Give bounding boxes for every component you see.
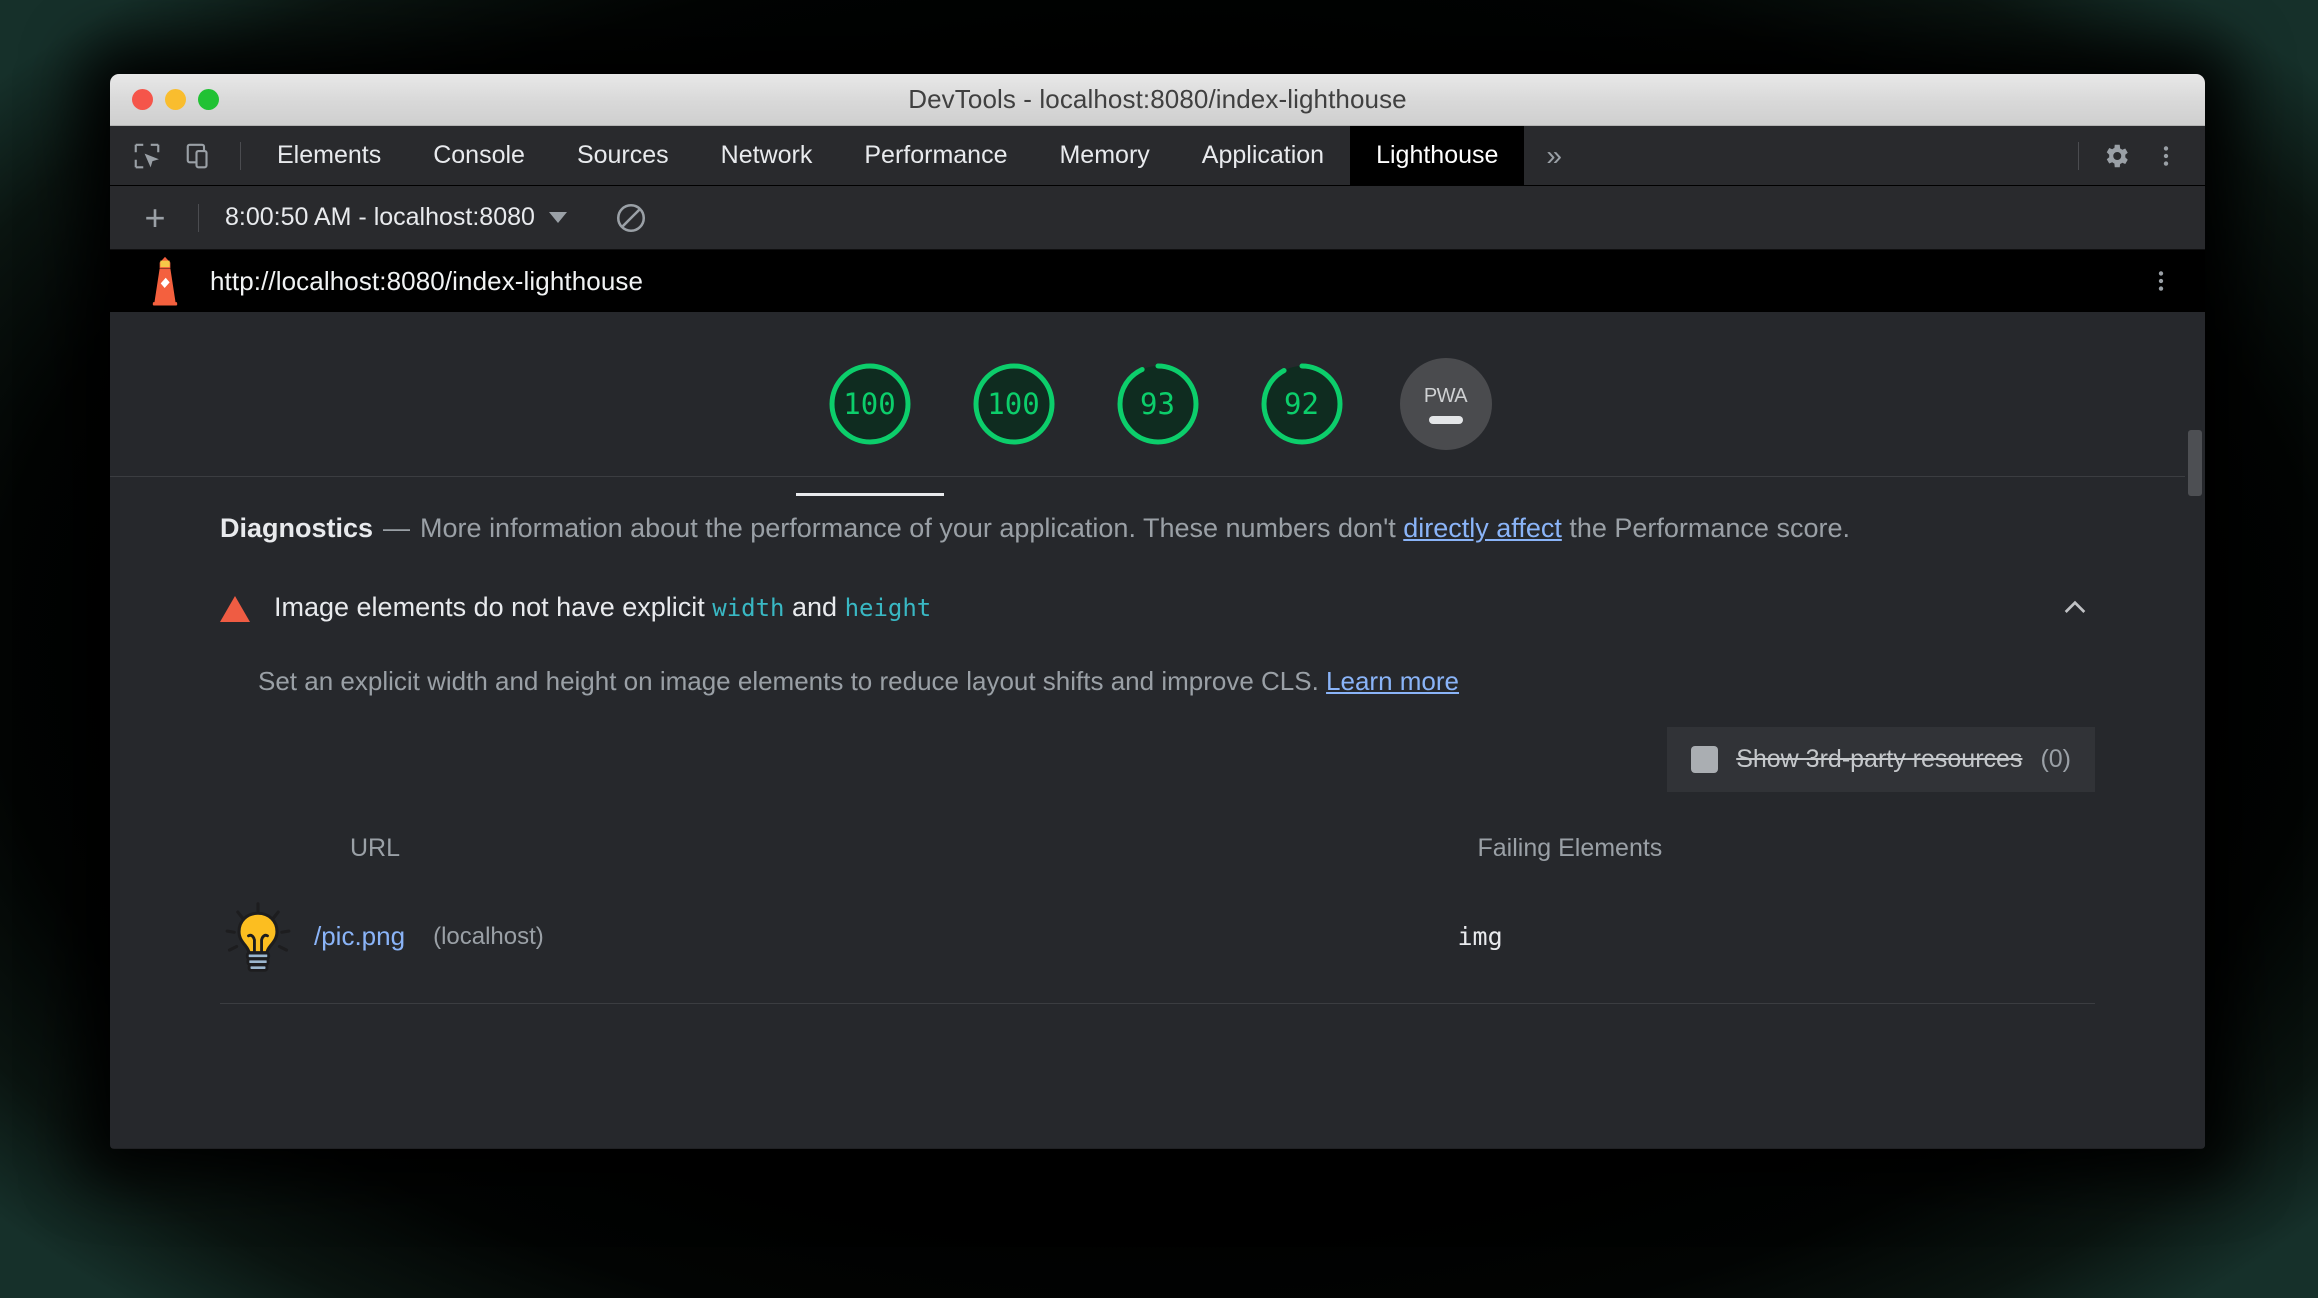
third-party-filter-row: Show 3rd-party resources (0)	[220, 726, 2095, 792]
table-head: URL Failing Elements	[220, 826, 2095, 871]
warning-triangle-icon	[220, 595, 250, 622]
diagnostics-text-2: the Performance score.	[1561, 513, 1850, 543]
tab-sources[interactable]: Sources	[551, 126, 695, 185]
audit-description: Set an explicit width and height on imag…	[258, 666, 2095, 697]
no-entry-clear-icon[interactable]	[609, 196, 653, 240]
table-row: /pic.png (localhost) img	[220, 871, 2095, 1003]
diagnostics-section: Diagnostics — More information about the p…	[110, 477, 2205, 546]
table-header-row: URL Failing Elements	[220, 826, 2095, 871]
url-cell-content: /pic.png (localhost)	[220, 899, 1458, 975]
devtools-tabs: Elements Console Sources Network Perform…	[251, 126, 1584, 185]
chevron-down-icon	[548, 212, 567, 223]
row-url-host: (localhost)	[433, 922, 544, 950]
diagnostics-text-1: More information about the performance o…	[420, 513, 1404, 543]
tab-performance[interactable]: Performance	[838, 126, 1033, 185]
gauge-score: 100	[987, 387, 1040, 421]
row-url-link[interactable]: /pic.png	[314, 921, 405, 952]
device-toolbar-icon[interactable]	[180, 137, 218, 175]
show-third-party-toggle[interactable]: Show 3rd-party resources (0)	[1667, 726, 2095, 792]
column-header-url: URL	[350, 833, 401, 862]
diagnostics-title: Diagnostics	[220, 513, 374, 543]
pwa-dash-icon	[1428, 415, 1463, 424]
devtools-window: DevTools - localhost:8080/index-lighthou…	[110, 74, 2205, 1149]
toolbar-divider	[198, 203, 199, 232]
directly-affect-link[interactable]: directly affect	[1403, 513, 1562, 543]
lighthouse-toolbar: + 8:00:50 AM - localhost:8080	[110, 186, 2205, 250]
devtools-tabstrip-actions	[2068, 126, 2205, 185]
audit-title-part1: Image elements do not have explicit	[274, 592, 713, 623]
lightbulb-favicon	[225, 901, 291, 972]
audit-title: Image elements do not have explicit widt…	[274, 592, 931, 623]
more-tabs-icon[interactable]: »	[1524, 126, 1584, 185]
audit-title-and: and	[784, 592, 845, 623]
report-selector[interactable]: 8:00:50 AM - localhost:8080	[219, 199, 573, 236]
three-dot-menu-icon[interactable]	[2143, 133, 2189, 179]
actions-divider	[2078, 141, 2079, 170]
gauge-accessibility[interactable]: 100	[968, 358, 1060, 450]
gear-icon[interactable]	[2093, 133, 2139, 179]
tab-application[interactable]: Application	[1176, 126, 1350, 185]
diagnostics-dash: —	[383, 513, 411, 543]
window-titlebar: DevTools - localhost:8080/index-lighthou…	[110, 74, 2205, 126]
new-report-button[interactable]: +	[132, 195, 178, 241]
tab-memory[interactable]: Memory	[1033, 126, 1175, 185]
cell-failing-element: img	[1457, 922, 1503, 952]
report-scroll-area: 100 100 93 92 PWA Diagnostics — More inf…	[110, 312, 2205, 1148]
screenshot-canvas: DevTools - localhost:8080/index-lighthou…	[0, 0, 2318, 1298]
toolbar-divider	[240, 141, 241, 170]
gauge-seo[interactable]: 92	[1256, 358, 1348, 450]
third-party-count: (0)	[2040, 744, 2071, 773]
table-bottom-divider	[220, 1002, 2095, 1004]
code-width: width	[712, 594, 785, 623]
report-menu-icon[interactable]	[2139, 259, 2183, 303]
audit-description-text: Set an explicit width and height on imag…	[258, 665, 1327, 696]
pwa-label: PWA	[1423, 384, 1468, 407]
lighthouse-logo-icon	[152, 256, 178, 306]
report-selector-label: 8:00:50 AM - localhost:8080	[225, 203, 535, 231]
tab-network[interactable]: Network	[695, 126, 839, 185]
pwa-badge[interactable]: PWA	[1399, 358, 1492, 450]
report-scrollbar[interactable]	[2185, 312, 2205, 1148]
devtools-tool-icons	[110, 126, 230, 185]
chevron-up-icon[interactable]	[2055, 588, 2095, 628]
checkbox-icon[interactable]	[1691, 745, 1719, 773]
gauge-score: 93	[1140, 387, 1175, 421]
table-body: /pic.png (localhost) img	[220, 871, 2095, 1003]
column-header-failing-elements: Failing Elements	[1477, 833, 1663, 862]
tab-lighthouse[interactable]: Lighthouse	[1350, 126, 1525, 185]
gauge-score: 92	[1284, 387, 1319, 421]
score-gauges: 100 100 93 92 PWA	[110, 312, 2205, 496]
learn-more-link[interactable]: Learn more	[1326, 666, 1459, 696]
report-url: http://localhost:8080/index-lighthouse	[210, 265, 644, 296]
lighthouse-report: http://localhost:8080/index-lighthouse 1…	[110, 250, 2205, 1148]
inspect-element-icon[interactable]	[128, 137, 166, 175]
audit-image-size-responsive: Image elements do not have explicit widt…	[110, 588, 2205, 1003]
scrollbar-thumb[interactable]	[2188, 430, 2202, 496]
show-third-party-label: Show 3rd-party resources	[1736, 744, 2023, 773]
code-height: height	[844, 594, 932, 623]
tab-elements[interactable]: Elements	[251, 126, 407, 185]
gauge-performance[interactable]: 100	[795, 358, 944, 496]
gauge-score: 100	[843, 387, 896, 421]
audit-results-table: URL Failing Elements /pic.png (localhost…	[220, 826, 2095, 1003]
diagnostics-description: Diagnostics — More information about the p…	[110, 511, 2205, 546]
cell-url: /pic.png (localhost)	[220, 871, 1458, 1003]
tab-console[interactable]: Console	[407, 126, 551, 185]
devtools-tabstrip: Elements Console Sources Network Perform…	[110, 126, 2205, 186]
report-header: http://localhost:8080/index-lighthouse	[110, 250, 2205, 312]
audit-header[interactable]: Image elements do not have explicit widt…	[220, 588, 2095, 628]
window-title: DevTools - localhost:8080/index-lighthou…	[908, 84, 1407, 114]
gauge-best-practices[interactable]: 93	[1112, 358, 1204, 450]
